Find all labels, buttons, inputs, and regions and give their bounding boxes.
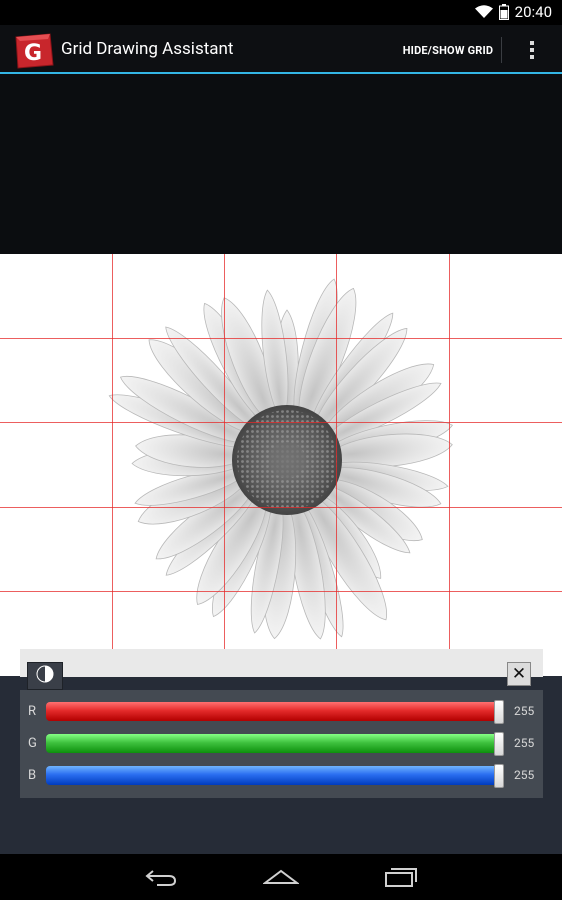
svg-text:G: G xyxy=(24,41,42,66)
blue-slider-thumb[interactable] xyxy=(494,764,504,788)
app-title: Grid Drawing Assistant xyxy=(61,39,234,59)
status-bar: 20:40 xyxy=(0,0,562,25)
grid-line-vertical xyxy=(112,254,113,676)
panel-header-strip xyxy=(20,649,543,677)
grid-line-horizontal xyxy=(0,422,562,423)
blue-channel-row: B 255 xyxy=(20,764,543,788)
grid-line-vertical xyxy=(224,254,225,676)
wifi-icon xyxy=(474,5,493,19)
color-adjust-panel: R 255 G 255 B 255 xyxy=(20,690,543,798)
grid-line-horizontal xyxy=(0,507,562,508)
overflow-menu-icon[interactable] xyxy=(515,35,549,65)
contrast-icon xyxy=(35,664,55,688)
navigation-bar xyxy=(0,854,562,900)
hide-show-grid-button[interactable]: HIDE/SHOW GRID xyxy=(394,35,502,65)
app-logo-icon[interactable]: G xyxy=(12,33,54,69)
red-channel-row: R 255 xyxy=(20,700,543,724)
clock: 20:40 xyxy=(514,3,552,21)
grid-line-horizontal xyxy=(0,338,562,339)
canvas-background xyxy=(0,76,562,254)
blue-channel-label: B xyxy=(28,768,37,783)
red-channel-value: 255 xyxy=(514,704,535,718)
battery-icon xyxy=(498,4,509,20)
daisy-flower-image[interactable] xyxy=(0,254,562,676)
action-bar-divider xyxy=(501,37,502,63)
back-icon[interactable] xyxy=(138,862,184,892)
green-channel-label: G xyxy=(28,736,37,751)
overflow-dot xyxy=(530,48,534,52)
red-slider-thumb[interactable] xyxy=(494,700,504,724)
home-icon[interactable] xyxy=(258,862,304,892)
overflow-dot xyxy=(530,41,534,45)
close-panel-button[interactable]: ✕ xyxy=(507,662,531,686)
green-slider-track[interactable] xyxy=(46,734,498,753)
recents-icon[interactable] xyxy=(378,862,424,892)
overflow-dot xyxy=(530,55,534,59)
contrast-button[interactable] xyxy=(27,662,63,690)
blue-slider-track[interactable] xyxy=(46,766,498,785)
blue-channel-value: 255 xyxy=(514,768,535,782)
green-channel-row: G 255 xyxy=(20,732,543,756)
grid-line-vertical xyxy=(336,254,337,676)
status-icons: 20:40 xyxy=(474,3,552,21)
grid-line-horizontal xyxy=(0,591,562,592)
green-channel-value: 255 xyxy=(514,736,535,750)
red-channel-label: R xyxy=(28,704,37,719)
green-slider-thumb[interactable] xyxy=(494,732,504,756)
action-bar: G Grid Drawing Assistant HIDE/SHOW GRID xyxy=(0,25,562,74)
red-slider-track[interactable] xyxy=(46,702,498,721)
grid-line-vertical xyxy=(449,254,450,676)
